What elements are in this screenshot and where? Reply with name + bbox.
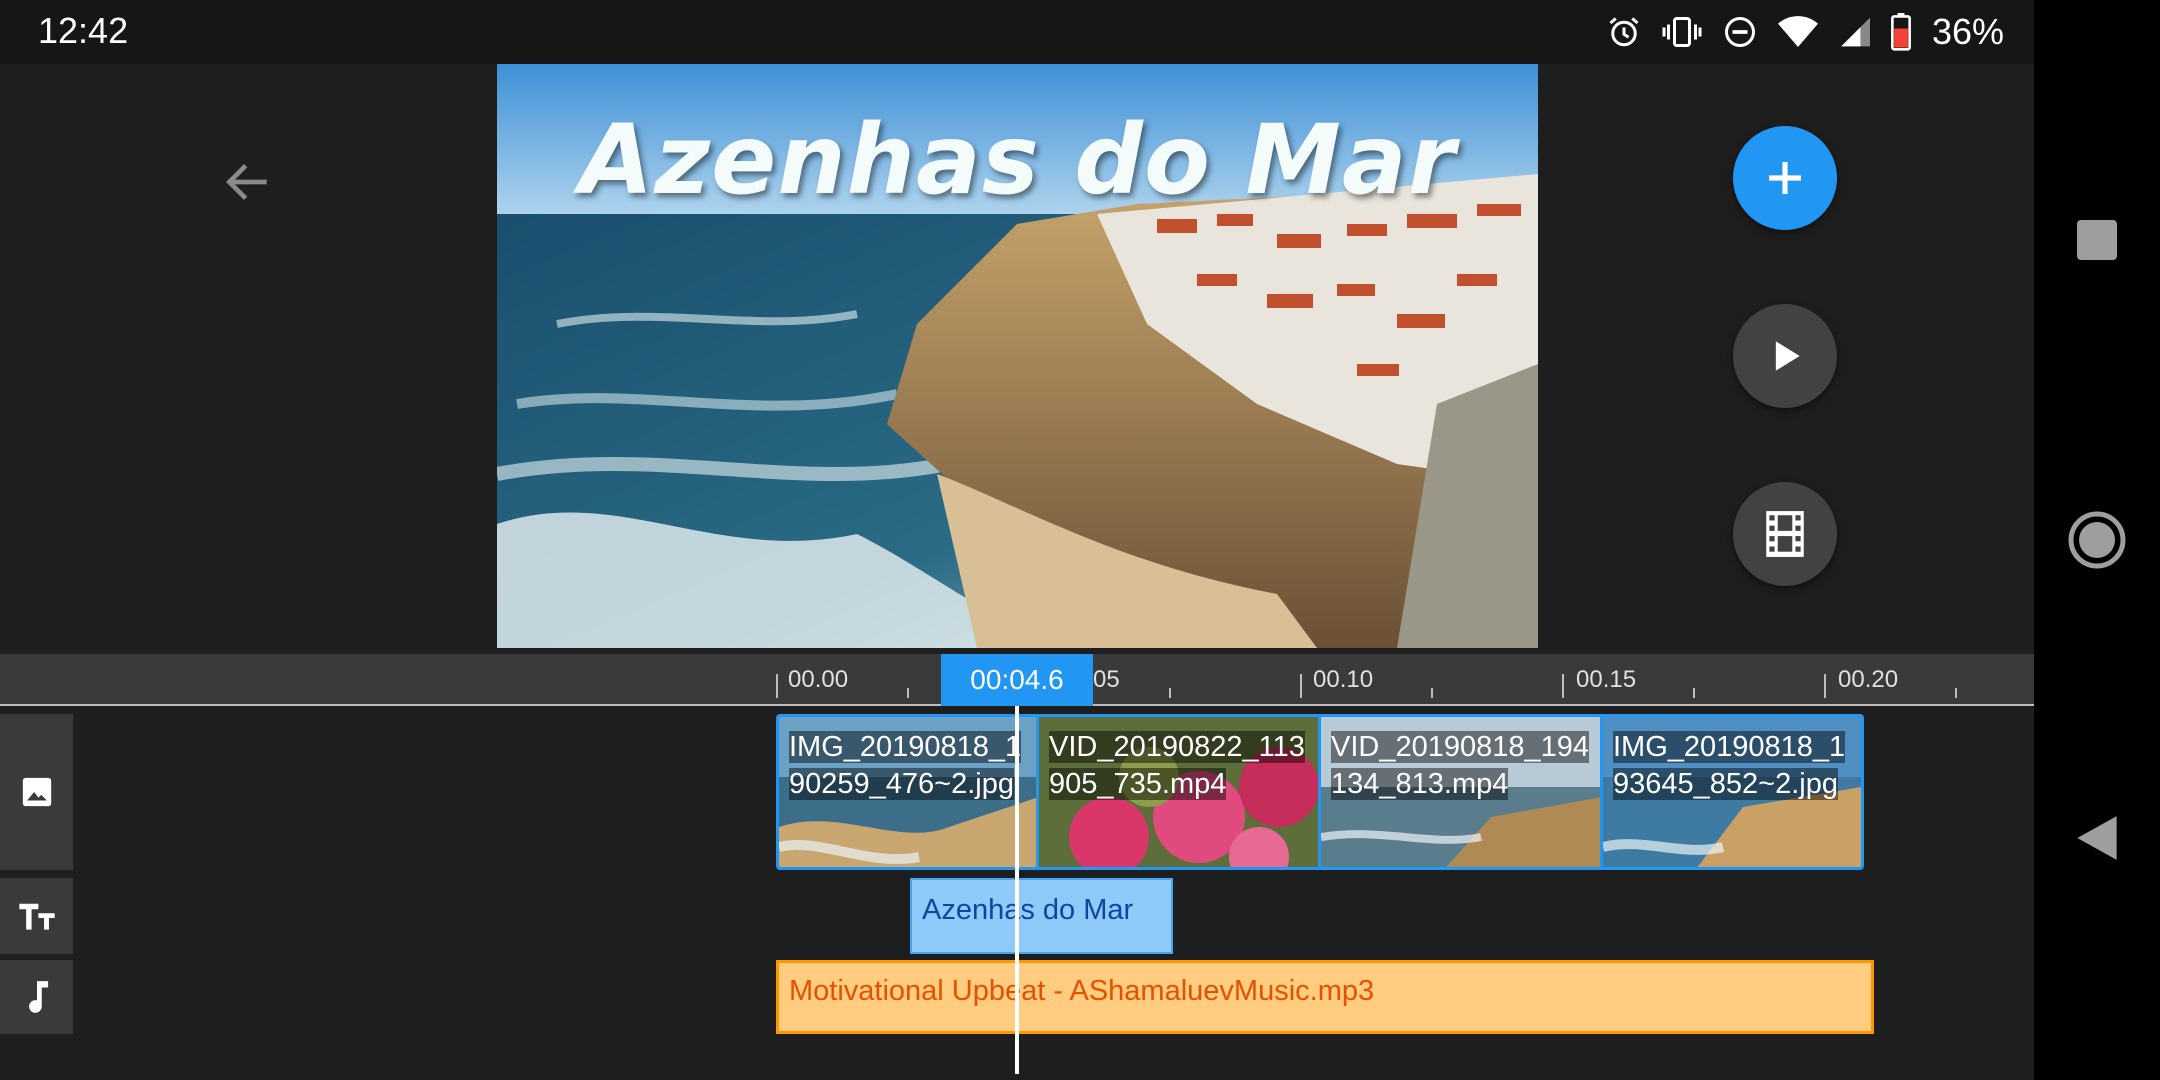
add-media-button[interactable] [1733, 126, 1837, 230]
ruler-label: 00.00 [788, 666, 849, 693]
system-nav-bar [2034, 0, 2160, 1080]
signal-icon [1838, 14, 1870, 50]
play-icon [1775, 341, 1800, 371]
ruler-label: 05 [1093, 666, 1120, 693]
add-music-track-button[interactable] [0, 960, 73, 1034]
alarm-icon [1606, 14, 1642, 50]
video-clip[interactable]: VID_20190822_113905_735.mp4 [1039, 717, 1321, 867]
arrow-left-icon [226, 164, 267, 200]
battery-percent: 36% [1931, 11, 2004, 52]
add-image-track-button[interactable] [0, 714, 73, 870]
ruler-tick [1693, 688, 1695, 698]
ruler-tick [1562, 674, 1564, 698]
clip-label: VID_20190822_113905_735.mp4 [1049, 731, 1305, 800]
ruler-tick [776, 674, 778, 698]
video-clip[interactable]: VID_20190818_194134_813.mp4 [1321, 717, 1603, 867]
status-time: 12:42 [38, 10, 129, 51]
clip-label: VID_20190818_194134_813.mp4 [1331, 731, 1590, 800]
video-clip[interactable]: IMG_20190818_190259_476~2.jpg [779, 717, 1039, 867]
playhead[interactable] [1015, 706, 1019, 1074]
ruler-tick [907, 688, 909, 698]
video-preview[interactable]: Azenhas do Mar [497, 64, 1538, 648]
status-bar: 12:42 36% [0, 0, 2034, 64]
export-button[interactable] [1733, 482, 1837, 586]
ruler-label: 00.15 [1576, 666, 1637, 693]
ruler-tick [1169, 688, 1171, 698]
plus-icon [1769, 162, 1801, 194]
image-icon [22, 777, 51, 807]
back-icon [2077, 816, 2117, 860]
recents-icon [2077, 220, 2117, 260]
music-icon [28, 981, 48, 1013]
video-clip[interactable]: IMG_20190818_193645_852~2.jpg [1603, 717, 1861, 867]
film-icon [1766, 511, 1804, 557]
home-button[interactable] [2034, 506, 2160, 574]
recents-button[interactable] [2034, 210, 2160, 270]
preview-title-overlay: Azenhas do Mar [578, 104, 1457, 216]
back-nav-button[interactable] [2034, 810, 2160, 866]
ruler-tick [1955, 688, 1957, 698]
home-icon [2068, 511, 2126, 569]
play-button[interactable] [1733, 304, 1837, 408]
current-time-badge: 00:04.6 [941, 654, 1093, 706]
do-not-disturb-icon [1722, 14, 1758, 50]
back-button[interactable] [220, 154, 276, 210]
ruler-tick [1431, 688, 1433, 698]
clip-label: IMG_20190818_190259_476~2.jpg [789, 731, 1022, 800]
preview-area: Azenhas do Mar [0, 64, 2034, 654]
ruler-label: 00.20 [1838, 666, 1899, 693]
text-clip[interactable]: Azenhas do Mar [910, 878, 1173, 954]
add-text-track-button[interactable] [0, 878, 73, 954]
video-clip-track: IMG_20190818_190259_476~2.jpg VID_201908… [776, 714, 1864, 870]
clip-label: IMG_20190818_193645_852~2.jpg [1613, 731, 1846, 800]
audio-clip[interactable]: Motivational Upbeat - AShamaluevMusic.mp… [776, 960, 1874, 1034]
status-icons: 36% [1606, 10, 2004, 54]
ruler-tick [1300, 674, 1302, 698]
wifi-icon [1777, 14, 1818, 50]
text-icon [18, 903, 55, 930]
vibrate-icon [1662, 14, 1702, 50]
battery-icon [1890, 13, 1912, 51]
ruler-tick [1824, 674, 1826, 698]
ruler-label: 00.10 [1313, 666, 1374, 693]
